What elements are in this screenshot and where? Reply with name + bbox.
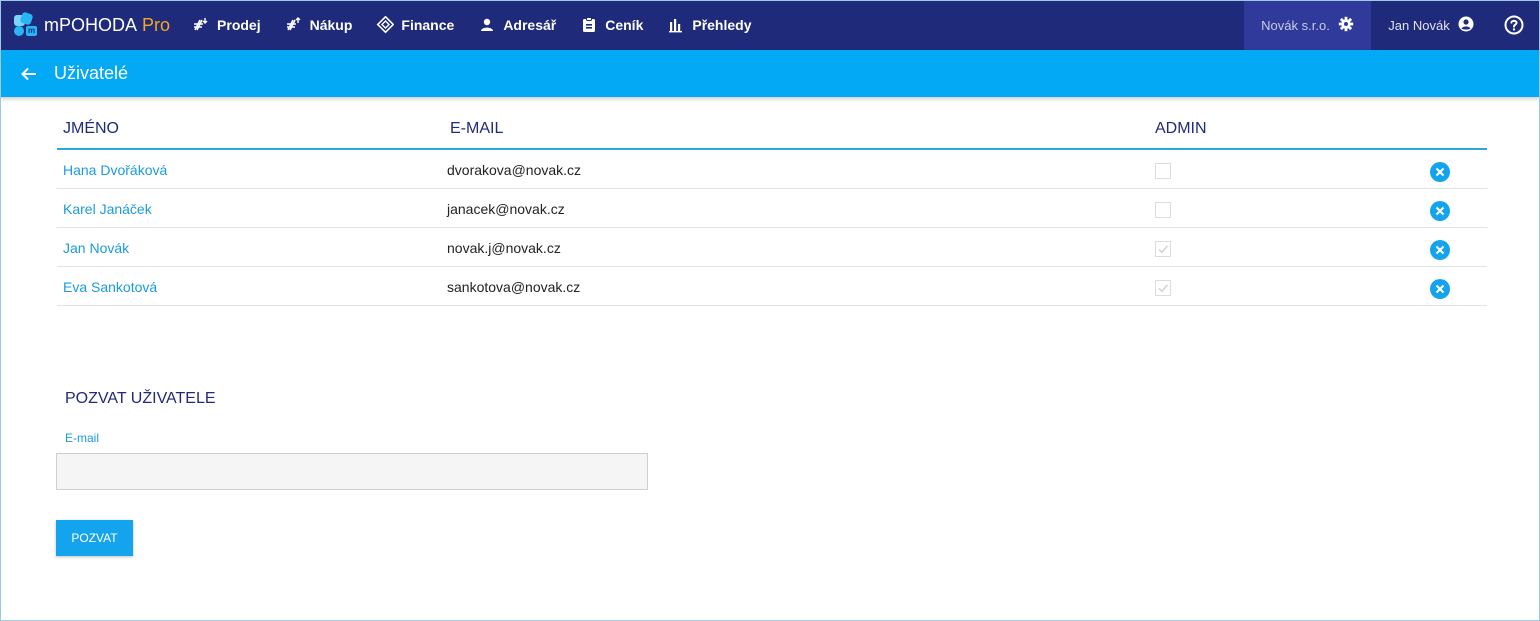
nav-item-nakup[interactable]: Nákup <box>285 0 353 50</box>
admin-checkbox[interactable] <box>1155 241 1171 257</box>
nav-item-label: Ceník <box>605 17 644 33</box>
person-icon <box>478 16 496 34</box>
invite-email-input[interactable] <box>56 453 648 490</box>
user-email: dvorakova@novak.cz <box>447 162 582 178</box>
admin-checkbox[interactable] <box>1155 202 1171 218</box>
main-menu: Prodej Nákup Finance Adresář Ceník Přehl… <box>180 0 763 50</box>
gear-icon <box>1338 16 1354 35</box>
nav-item-label: Přehledy <box>692 17 752 33</box>
nav-item-adresar[interactable]: Adresář <box>478 0 556 50</box>
column-header-email[interactable]: E-MAIL <box>450 120 503 138</box>
table-row: Hana Dvořáková dvorakova@novak.cz <box>57 150 1487 189</box>
users-table: JMÉNO E-MAIL ADMIN Hana Dvořáková dvorak… <box>57 108 1487 306</box>
user-name-link[interactable]: Eva Sankotová <box>63 279 157 295</box>
remove-user-icon[interactable] <box>1430 201 1450 221</box>
finance-icon <box>376 16 395 34</box>
nav-item-prodej[interactable]: Prodej <box>192 0 261 50</box>
invite-section-title: POZVAT UŽIVATELE <box>65 390 216 407</box>
arrow-left-icon[interactable] <box>20 64 40 84</box>
user-email: novak.j@novak.cz <box>447 240 561 256</box>
page-header: Uživatelé <box>0 50 1540 97</box>
page-title: Uživatelé <box>54 63 129 83</box>
nav-item-prehledy[interactable]: Přehledy <box>667 0 752 50</box>
top-navigation-bar: m mPOHODA Pro Prodej Nákup Finance Adres… <box>0 0 1540 50</box>
admin-checkbox[interactable] <box>1155 163 1171 179</box>
user-email: sankotova@novak.cz <box>447 279 581 295</box>
nav-item-label: Nákup <box>309 17 353 33</box>
table-header: JMÉNO E-MAIL ADMIN <box>57 108 1487 150</box>
logo-text: mPOHODA <box>44 14 138 35</box>
nav-item-finance[interactable]: Finance <box>376 0 454 50</box>
account-icon <box>1458 16 1474 35</box>
user-name-link[interactable]: Karel Janáček <box>63 201 152 217</box>
company-name: Novák s.r.o. <box>1261 17 1330 33</box>
logo-mark-icon: m <box>14 11 38 37</box>
nav-item-cenik[interactable]: Ceník <box>580 0 643 50</box>
admin-checkbox[interactable] <box>1155 280 1171 296</box>
column-header-name[interactable]: JMÉNO <box>63 120 119 138</box>
user-name: Jan Novák <box>1388 17 1450 33</box>
email-field-label: E-mail <box>65 431 100 445</box>
table-row: Karel Janáček janacek@novak.cz <box>57 189 1487 228</box>
table-row: Eva Sankotová sankotova@novak.cz <box>57 267 1487 306</box>
help-icon[interactable] <box>1502 13 1526 37</box>
nav-item-label: Prodej <box>217 17 261 33</box>
table-row: Jan Novák novak.j@novak.cz <box>57 228 1487 267</box>
sales-icon <box>192 16 210 34</box>
remove-user-icon[interactable] <box>1430 162 1450 182</box>
invite-button[interactable]: POZVAT <box>56 520 133 556</box>
clipboard-icon <box>580 16 598 34</box>
user-name-link[interactable]: Hana Dvořáková <box>63 162 167 178</box>
checkmark-icon <box>1158 245 1169 254</box>
remove-user-icon[interactable] <box>1430 279 1450 299</box>
checkmark-icon <box>1158 284 1169 293</box>
bar-chart-icon <box>667 16 685 34</box>
company-selector[interactable]: Novák s.r.o. <box>1244 0 1371 50</box>
nav-item-label: Adresář <box>503 17 557 33</box>
nav-item-label: Finance <box>401 17 455 33</box>
column-header-admin[interactable]: ADMIN <box>1155 120 1207 138</box>
user-menu[interactable]: Jan Novák <box>1371 0 1491 50</box>
app-logo[interactable]: m mPOHODA Pro <box>14 0 180 50</box>
user-name-link[interactable]: Jan Novák <box>63 240 129 256</box>
user-email: janacek@novak.cz <box>447 201 565 217</box>
logo-suffix: Pro <box>142 14 171 35</box>
remove-user-icon[interactable] <box>1430 240 1450 260</box>
purchase-icon <box>285 16 303 34</box>
